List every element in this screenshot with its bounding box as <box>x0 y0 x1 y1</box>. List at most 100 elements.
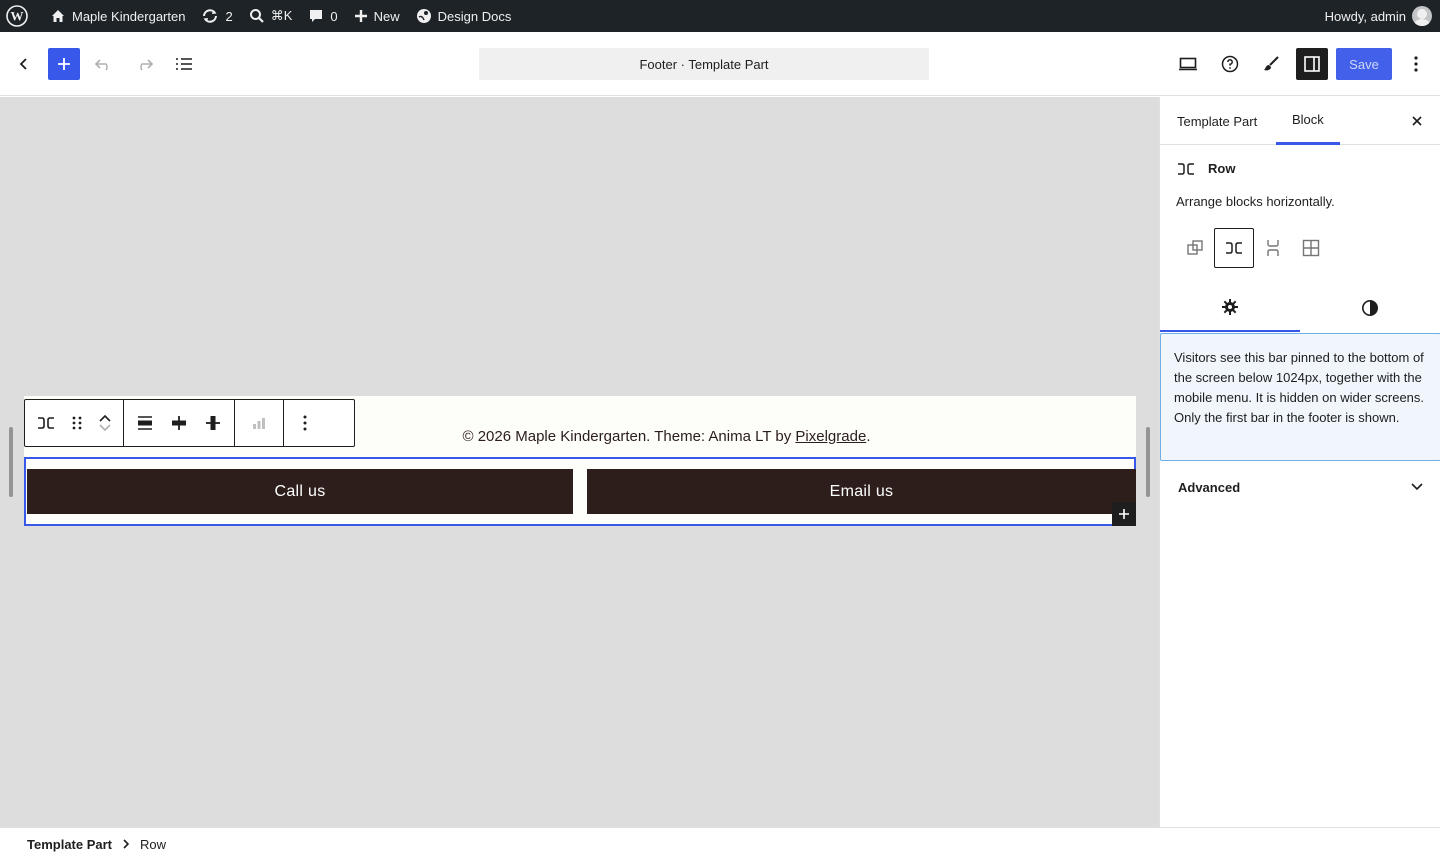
group-icon <box>1187 240 1203 255</box>
breadcrumb-template-part[interactable]: Template Part <box>27 837 112 852</box>
block-inserter-button[interactable] <box>48 48 80 80</box>
block-appender-button[interactable] <box>1112 502 1136 526</box>
call-us-button[interactable]: Call us <box>27 469 573 514</box>
help-button[interactable] <box>1214 48 1246 80</box>
variation-row-button[interactable] <box>1214 228 1254 268</box>
tab-block[interactable]: Block <box>1276 97 1340 145</box>
design-docs-menu[interactable]: Design Docs <box>408 0 520 32</box>
redo-button[interactable] <box>128 48 160 80</box>
inspector-tabs <box>1160 284 1440 332</box>
copyright-suffix: . <box>866 428 871 445</box>
editor-header: Footer · Template Part Save <box>0 32 1440 96</box>
document-title-bar[interactable]: Footer · Template Part <box>479 48 929 80</box>
home-icon <box>52 10 64 22</box>
svg-text:W: W <box>11 9 24 24</box>
vertical-align-icon <box>206 416 220 430</box>
vertical-align-button[interactable] <box>198 405 228 441</box>
row-icon <box>1226 242 1242 254</box>
justify-button[interactable] <box>164 405 194 441</box>
chevron-left-icon <box>19 58 27 70</box>
block-breadcrumb: Template Part Row <box>0 827 1440 860</box>
my-account-menu[interactable]: Howdy, admin <box>1317 0 1440 32</box>
comments-count: 0 <box>330 8 338 24</box>
bar-info-notice: Visitors see this bar pinned to the bott… <box>1160 333 1440 461</box>
close-sidebar-button[interactable] <box>1405 109 1429 133</box>
tab-styles[interactable] <box>1300 284 1440 332</box>
avatar <box>1412 6 1432 26</box>
tab-template-part-label: Template Part <box>1177 113 1258 129</box>
options-button[interactable] <box>1400 48 1432 80</box>
tab-template-part[interactable]: Template Part <box>1161 97 1273 145</box>
document-overview-button[interactable] <box>168 48 200 80</box>
block-card-header: Row <box>1176 161 1235 176</box>
block-name: Row <box>1208 161 1236 176</box>
settings-sidebar: Template Part Block Row Arrange blocks h… <box>1159 97 1440 827</box>
block-switcher-group <box>25 400 124 446</box>
wordpress-logo-menu[interactable]: W <box>0 0 36 32</box>
admin-bar: W Maple Kindergarten 2 ⌘K 0 New Design D… <box>0 0 1440 32</box>
breadcrumb-row: Row <box>140 836 167 852</box>
chevron-down-icon[interactable] <box>98 424 112 432</box>
block-toolbar <box>24 399 355 447</box>
copyright-prefix: © 2026 Maple Kindergarten. Theme: Anima … <box>462 428 796 445</box>
bar-chart-icon <box>253 418 265 429</box>
resize-handle-left[interactable] <box>9 427 13 497</box>
stack-icon <box>1267 240 1279 256</box>
variation-group-button[interactable] <box>1176 228 1214 268</box>
save-button[interactable]: Save <box>1336 48 1392 80</box>
command-palette-menu[interactable]: ⌘K <box>241 0 301 32</box>
greeting: Howdy, admin <box>1324 8 1406 24</box>
email-us-button[interactable]: Email us <box>587 469 1136 514</box>
row-block[interactable]: Call us Email us <box>24 457 1136 526</box>
drag-handle[interactable] <box>65 405 89 441</box>
email-us-label: Email us <box>829 482 894 500</box>
align-full-button[interactable] <box>130 405 160 441</box>
site-name-menu[interactable]: Maple Kindergarten <box>36 0 193 32</box>
justify-center-icon <box>172 416 186 430</box>
comment-icon <box>310 10 323 22</box>
sidebar-tabs: Template Part Block <box>1160 97 1440 145</box>
advanced-panel-toggle[interactable]: Advanced <box>1160 469 1440 505</box>
updates-icon <box>203 9 218 23</box>
pixelgrade-link[interactable]: Pixelgrade <box>795 428 866 445</box>
drag-handle-icon <box>72 416 82 430</box>
chevron-up-icon[interactable] <box>98 414 112 422</box>
comments-menu[interactable]: 0 <box>300 0 345 32</box>
search-shortcut: ⌘K <box>270 8 293 23</box>
editor-canvas[interactable]: © 2026 Maple Kindergarten. Theme: Anima … <box>0 97 1159 827</box>
variation-stack-button[interactable] <box>1254 228 1292 268</box>
advanced-label: Advanced <box>1178 479 1241 495</box>
new-content-menu[interactable]: New <box>346 0 408 32</box>
back-button[interactable] <box>8 48 40 80</box>
plus-icon <box>1119 509 1129 519</box>
settings-sidebar-toggle[interactable] <box>1296 48 1328 80</box>
gear-icon <box>1222 299 1238 315</box>
preview-button[interactable] <box>1172 48 1204 80</box>
styles-button[interactable] <box>1255 48 1287 80</box>
undo-icon <box>94 59 108 71</box>
more-vertical-icon <box>303 415 307 431</box>
block-description: Arrange blocks horizontally. <box>1176 194 1335 209</box>
bar-chart-button[interactable] <box>241 405 277 441</box>
resize-handle-right[interactable] <box>1146 427 1150 497</box>
grid-icon <box>1302 239 1320 257</box>
block-options-button[interactable] <box>290 405 320 441</box>
variation-grid-button[interactable] <box>1292 228 1330 268</box>
redo-icon <box>140 59 154 71</box>
undo-button[interactable] <box>88 48 120 80</box>
new-label: New <box>373 8 400 24</box>
tab-settings[interactable] <box>1160 284 1300 332</box>
contrast-icon <box>1362 300 1378 316</box>
plus-icon <box>58 58 70 70</box>
updates-count: 2 <box>225 8 233 24</box>
chart-group <box>235 400 284 446</box>
design-docs-label: Design Docs <box>437 8 512 24</box>
block-mover <box>93 405 117 441</box>
block-type-switcher[interactable] <box>31 405 61 441</box>
row-icon <box>1178 162 1194 175</box>
site-name: Maple Kindergarten <box>72 8 186 24</box>
desktop-icon <box>1179 57 1197 71</box>
call-us-label: Call us <box>274 482 326 500</box>
row-icon <box>38 417 54 429</box>
updates-menu[interactable]: 2 <box>193 0 240 32</box>
